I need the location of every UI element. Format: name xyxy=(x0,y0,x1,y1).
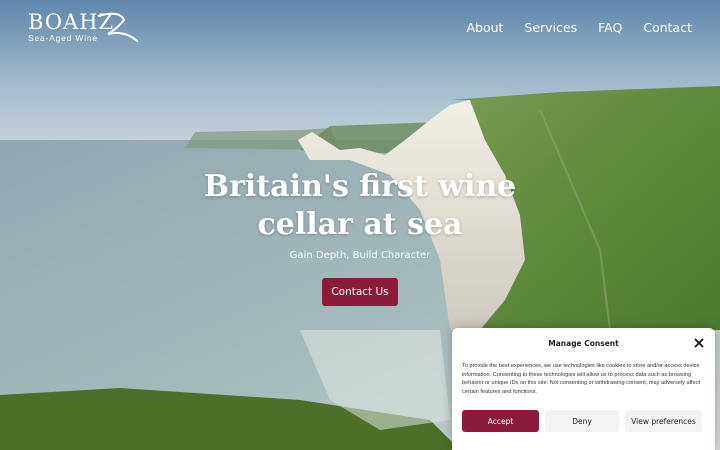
consent-actions: Accept Deny View preferences xyxy=(462,410,702,432)
view-preferences-button[interactable]: View preferences xyxy=(625,410,702,432)
main-navigation: About Services FAQ Contact xyxy=(466,20,692,35)
consent-title: Manage Consent xyxy=(548,339,619,348)
consent-banner: Manage Consent To provide the best exper… xyxy=(452,328,715,450)
consent-text: To provide the best experiences, we use … xyxy=(462,363,701,395)
hero-subtitle: Gain Depth, Build Character xyxy=(289,250,431,261)
nav-faq[interactable]: FAQ xyxy=(598,20,622,35)
close-icon[interactable] xyxy=(693,337,705,349)
nav-contact[interactable]: Contact xyxy=(643,20,692,35)
nav-about[interactable]: About xyxy=(466,20,503,35)
hero-title-line-1: Britain's first wine xyxy=(203,169,517,204)
hero-title-line-2: cellar at sea xyxy=(257,207,463,242)
nav-services[interactable]: Services xyxy=(524,20,577,35)
deny-button[interactable]: Deny xyxy=(545,410,619,432)
logo-swoosh-icon xyxy=(97,12,139,43)
contact-us-button[interactable]: Contact Us xyxy=(322,278,398,306)
hero-title: Britain's first wine cellar at sea xyxy=(190,168,530,244)
brand-logo[interactable]: BOAHZ Sea-Aged Wine xyxy=(28,10,139,43)
accept-button[interactable]: Accept xyxy=(462,410,539,432)
